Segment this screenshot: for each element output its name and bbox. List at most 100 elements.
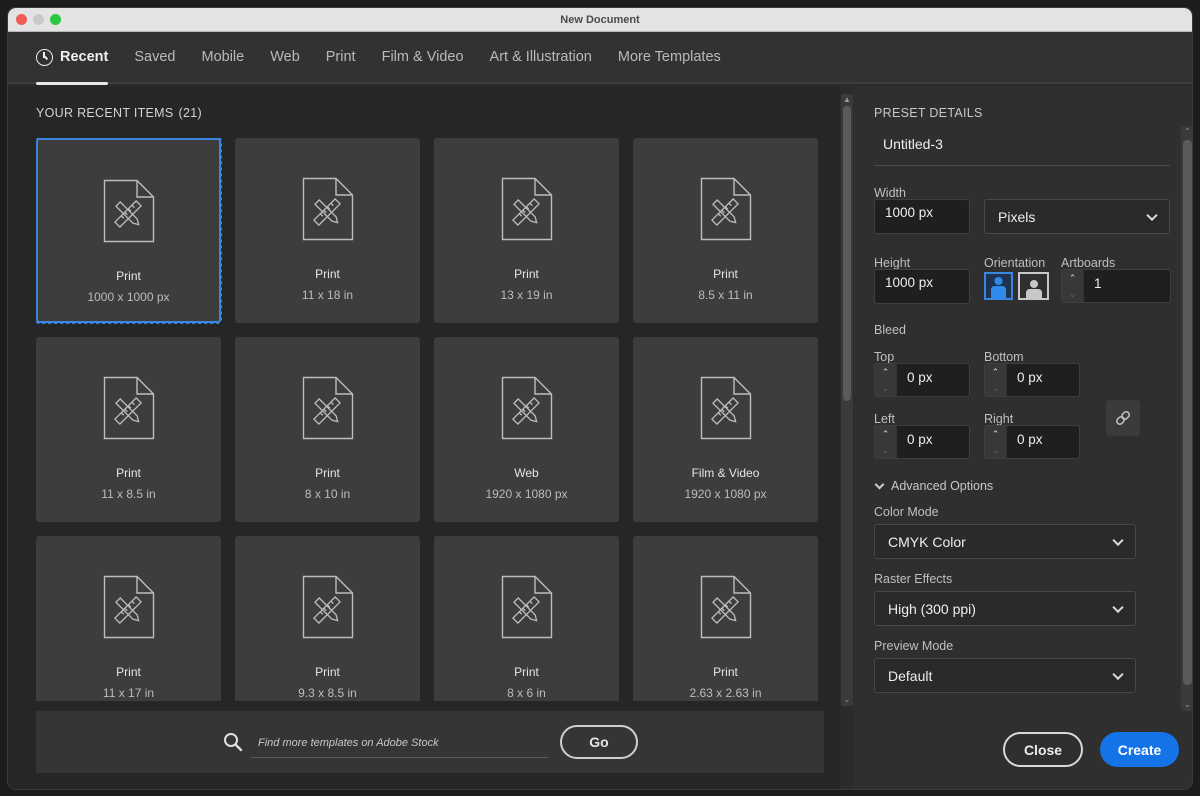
recent-item-tile[interactable]: Print 9.3 x 8.5 in [235,536,420,701]
document-template-icon [103,179,154,243]
scrollbar-thumb[interactable] [843,106,851,401]
bleed-top-label: Top [874,350,895,364]
link-bleed-button[interactable] [1106,400,1140,436]
bleed-bottom-label: Bottom [984,350,1024,364]
category-tabs: Recent Saved Mobile Web Print Film & Vid… [8,31,1192,85]
width-input[interactable]: 1000 px [874,199,970,234]
scroll-down-arrow[interactable]: ⌄ [841,694,853,706]
stock-search-input[interactable] [251,728,548,758]
bleed-left-stepper[interactable]: ⌃ ⌄ 0 px [874,425,970,459]
width-label: Width [874,186,906,200]
recent-item-size: 2.63 x 2.63 in [689,686,762,700]
recent-item-tile[interactable]: Print 13 x 19 in [434,138,619,323]
artboards-stepper[interactable]: ⌃ ⌄ 1 [1061,269,1171,303]
tab-label: Recent [60,49,109,65]
scroll-up-arrow[interactable]: ⌃ [1181,126,1192,138]
document-template-icon [501,575,552,639]
bleed-left-value[interactable]: 0 px [897,426,943,458]
recent-item-tile[interactable]: Web 1920 x 1080 px [434,337,619,522]
recent-item-tile[interactable]: Print 1000 x 1000 px [36,138,222,324]
recent-item-tile[interactable]: Print 8 x 10 in [235,337,420,522]
recent-item-name: Print [315,267,340,281]
color-mode-select[interactable]: CMYK Color [874,524,1136,559]
raster-effects-select[interactable]: High (300 ppi) [874,591,1136,626]
increment-button[interactable]: ⌃ [985,364,1006,380]
scroll-up-arrow[interactable]: ▲ [841,94,853,106]
recent-item-tile[interactable]: Print 11 x 18 in [235,138,420,323]
decrement-button[interactable]: ⌄ [1062,286,1083,302]
artboards-label: Artboards [1061,256,1116,270]
recent-item-tile[interactable]: Print 8 x 6 in [434,536,619,701]
recent-item-tile[interactable]: Film & Video 1920 x 1080 px [633,337,818,522]
document-template-icon [501,376,552,440]
document-template-icon [302,575,353,639]
tab-more-templates[interactable]: More Templates [618,31,721,83]
preset-details-scrollbar[interactable]: ⌃ ⌄ [1181,126,1192,711]
recent-item-name: Print [116,665,141,679]
tab-film-video[interactable]: Film & Video [382,31,464,83]
create-button[interactable]: Create [1100,732,1179,767]
height-label: Height [874,256,911,270]
new-document-dialog: New Document Recent Saved Mobile Web Pri… [7,7,1193,790]
clock-icon [36,48,53,66]
close-button[interactable]: Close [1003,732,1083,767]
artboards-value[interactable]: 1 [1084,270,1112,302]
close-window-button[interactable] [16,14,27,25]
tab-web[interactable]: Web [270,31,300,83]
bleed-top-value[interactable]: 0 px [897,364,943,396]
recent-item-tile[interactable]: Print 11 x 17 in [36,536,221,701]
bleed-left-label: Left [874,412,895,426]
document-template-icon [103,575,154,639]
recent-item-size: 11 x 18 in [301,288,354,302]
maximize-window-button[interactable] [50,14,61,25]
color-mode-value: CMYK Color [888,533,966,550]
recent-item-name: Print [713,665,738,679]
units-select[interactable]: Pixels [984,199,1170,234]
preview-mode-select[interactable]: Default [874,658,1136,693]
orientation-label: Orientation [984,256,1046,270]
bleed-right-stepper[interactable]: ⌃ ⌄ 0 px [984,425,1080,459]
units-value: Pixels [998,208,1036,225]
recent-item-tile[interactable]: Print 11 x 8.5 in [36,337,221,522]
bleed-right-value[interactable]: 0 px [1007,426,1053,458]
preset-details-heading: PRESET DETAILS [874,106,983,120]
increment-button[interactable]: ⌃ [875,364,896,380]
scrollbar-thumb[interactable] [1183,140,1192,685]
document-name-field[interactable]: Untitled-3 [874,130,1170,166]
recent-items-scrollbar[interactable]: ▲ ⌄ [841,94,853,706]
chevron-down-icon [874,479,885,489]
tab-saved[interactable]: Saved [134,31,175,83]
height-input[interactable]: 1000 px [874,269,970,304]
landscape-orientation-button[interactable] [1018,272,1049,300]
recent-item-tile[interactable]: Print 2.63 x 2.63 in [633,536,818,701]
increment-button[interactable]: ⌃ [875,426,896,442]
decrement-button[interactable]: ⌄ [875,380,896,396]
tab-art-illustration[interactable]: Art & Illustration [490,31,592,83]
color-mode-label: Color Mode [874,505,939,519]
portrait-orientation-button[interactable] [984,272,1013,300]
scroll-down-arrow[interactable]: ⌄ [1181,699,1192,711]
recent-item-tile[interactable]: Print 8.5 x 11 in [633,138,818,323]
increment-button[interactable]: ⌃ [1062,270,1083,286]
tab-mobile[interactable]: Mobile [201,31,244,83]
decrement-button[interactable]: ⌄ [985,380,1006,396]
chevron-down-icon [1112,534,1124,546]
go-button[interactable]: Go [560,725,638,759]
minimize-window-button[interactable] [33,14,44,25]
decrement-button[interactable]: ⌄ [985,442,1006,458]
recent-item-name: Print [514,267,539,281]
bleed-bottom-value[interactable]: 0 px [1007,364,1053,396]
tab-print[interactable]: Print [326,31,356,83]
advanced-options-toggle[interactable]: Advanced Options [874,479,993,493]
bleed-bottom-stepper[interactable]: ⌃ ⌄ 0 px [984,363,1080,397]
recent-item-name: Film & Video [691,466,760,480]
document-template-icon [700,376,751,440]
recent-item-size: 13 x 19 in [500,288,553,302]
increment-button[interactable]: ⌃ [985,426,1006,442]
bleed-label: Bleed [874,323,906,337]
document-template-icon [700,177,751,241]
tab-recent[interactable]: Recent [36,31,109,85]
decrement-button[interactable]: ⌄ [875,442,896,458]
preview-mode-label: Preview Mode [874,639,954,653]
bleed-top-stepper[interactable]: ⌃ ⌄ 0 px [874,363,970,397]
